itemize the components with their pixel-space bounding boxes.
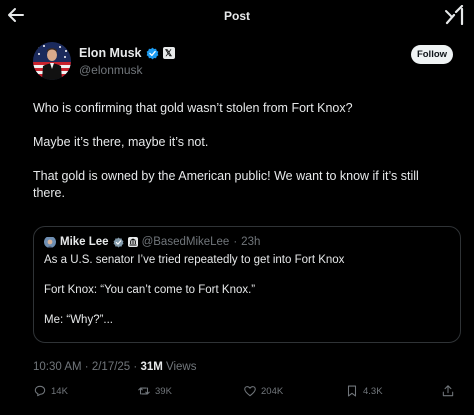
share-icon — [442, 385, 454, 397]
tweet-meta: 10:30 AM · 2/17/25 · 31M Views — [33, 361, 196, 373]
separator: · — [233, 236, 238, 248]
verified-badge-icon — [113, 237, 124, 247]
page-title: Post — [223, 9, 250, 23]
separator: · — [81, 361, 92, 373]
heart-icon — [244, 386, 256, 397]
quote-avatar — [44, 236, 56, 248]
top-bar: Post — [0, 0, 474, 32]
quote-timestamp: 23h — [241, 236, 261, 248]
views-count: 31M — [140, 361, 163, 373]
tweet-paragraph: That gold is owned by the American publi… — [33, 169, 419, 200]
bookmark-count: 4.3K — [363, 385, 383, 397]
author-name[interactable]: Elon Musk — [79, 46, 142, 60]
tweet-author: Elon Musk 𝕏 @elonmusk Follow — [33, 42, 453, 82]
quote-paragraph: As a U.S. senator I’ve tried repeatedly … — [44, 254, 345, 266]
quote-paragraph: Me: “Why?”... — [44, 314, 114, 326]
author-handle[interactable]: @elonmusk — [79, 63, 175, 77]
repost-button[interactable]: 39K — [137, 384, 172, 398]
views-label: Views — [162, 361, 197, 373]
avatar[interactable] — [33, 42, 71, 80]
post-time[interactable]: 10:30 AM — [33, 361, 82, 373]
grok-icon[interactable] — [444, 5, 466, 25]
tweet-text: Who is confirming that gold wasn’t stole… — [33, 100, 453, 219]
quote-author-handle: @BasedMikeLee — [141, 236, 230, 248]
tweet-paragraph: Who is confirming that gold wasn’t stole… — [33, 101, 353, 115]
follow-button[interactable]: Follow — [411, 45, 453, 64]
verified-badge-icon — [146, 47, 158, 59]
separator: · — [130, 361, 141, 373]
bookmark-button[interactable]: 4.3K — [345, 384, 383, 398]
quoted-tweet[interactable]: Mike Lee @BasedMikeLee · 23h As a U.S. s… — [33, 226, 461, 343]
post-date[interactable]: 2/17/25 — [92, 361, 130, 373]
tweet-paragraph: Maybe it’s there, maybe it’s not. — [33, 135, 209, 149]
share-button[interactable] — [441, 384, 455, 398]
bookmark-icon — [347, 385, 357, 397]
government-badge-icon — [127, 237, 138, 247]
reply-count: 14K — [51, 385, 68, 397]
quote-text: As a U.S. senator I’ve tried repeatedly … — [44, 253, 449, 343]
reply-button[interactable]: 14K — [33, 384, 68, 398]
like-count: 204K — [261, 385, 284, 397]
reply-icon — [34, 385, 46, 397]
x-affiliation-badge: 𝕏 — [162, 47, 175, 59]
like-button[interactable]: 204K — [243, 384, 283, 398]
quote-paragraph: Fort Knox: “You can’t come to Fort Knox.… — [44, 284, 256, 296]
repost-count: 39K — [155, 385, 172, 397]
action-bar: 14K 39K 204K 4.3K — [33, 384, 463, 402]
repost-icon — [138, 387, 150, 395]
quote-author-name: Mike Lee — [60, 236, 109, 248]
